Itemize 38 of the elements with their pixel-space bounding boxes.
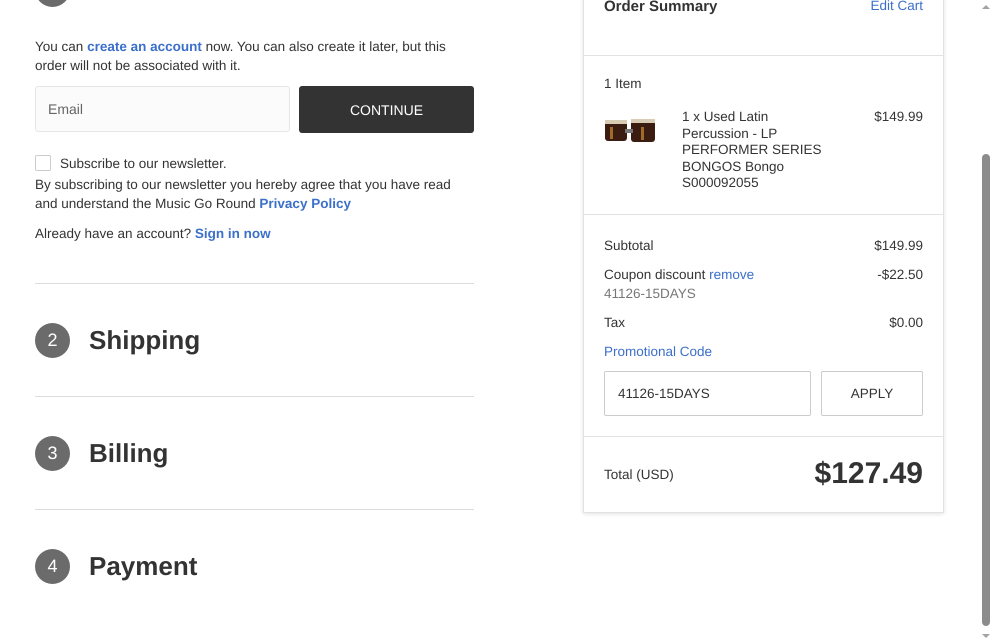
step-title[interactable]: Billing xyxy=(89,438,168,468)
bongo-drums-image xyxy=(604,117,656,145)
continue-button[interactable]: CONTINUE xyxy=(299,86,474,133)
edit-cart-link[interactable]: Edit Cart xyxy=(870,0,923,13)
sign-in-prompt: Already have an account? Sign in now xyxy=(35,225,272,243)
coupon-label: Coupon discount xyxy=(604,266,706,282)
promo-code-field[interactable]: 41126-15DAYS xyxy=(604,370,811,416)
coupon-code: 41126-15DAYS xyxy=(604,284,697,302)
total-label: Total (USD) xyxy=(604,466,674,482)
sign-in-link[interactable]: Sign in now xyxy=(194,226,271,241)
account-notice: You can create an account now. You can also create it later, but this order will not be associated with it. xyxy=(35,38,447,75)
item-description: 1 x Used Latin Percussion - LP PERFORMER SERIES BONGOS Bongo S000092055 xyxy=(682,109,822,192)
remove-coupon-link[interactable]: remove xyxy=(709,266,754,282)
summary-label: Tax xyxy=(604,314,626,332)
step-number: 4 xyxy=(35,548,70,584)
scrollbar-thumb[interactable] xyxy=(982,154,990,626)
newsletter-checkbox[interactable] xyxy=(35,155,51,171)
newsletter-label: Subscribe to our newsletter. xyxy=(60,156,227,170)
email-field[interactable]: Email xyxy=(35,86,290,132)
scroll-up-icon[interactable] xyxy=(982,5,990,9)
summary-amount: $0.00 xyxy=(889,314,923,332)
step-title[interactable]: Shipping xyxy=(89,324,200,356)
total-amount: $127.49 xyxy=(814,457,923,491)
create-account-link[interactable]: create an account xyxy=(87,39,202,54)
newsletter-consent: By subscribing to our newsletter you hereby agree that you have read and understand the Music Go Round Privacy Policy xyxy=(35,176,452,213)
step-number: 3 xyxy=(35,436,70,470)
step-title[interactable]: Payment xyxy=(89,550,198,582)
scroll-down-icon[interactable] xyxy=(982,634,990,638)
privacy-policy-link[interactable]: Privacy Policy xyxy=(259,196,351,211)
item-price: $149.99 xyxy=(874,109,923,126)
discount-amount: -$22.50 xyxy=(877,266,923,284)
summary-title: Order Summary xyxy=(604,0,718,15)
step-number: 2 xyxy=(35,322,70,358)
summary-label: Subtotal xyxy=(604,236,654,254)
promo-code-link[interactable]: Promotional Code xyxy=(604,342,923,360)
item-count: 1 Item xyxy=(604,76,643,91)
summary-amount: $149.99 xyxy=(874,236,923,254)
apply-button[interactable]: APPLY xyxy=(821,370,923,416)
